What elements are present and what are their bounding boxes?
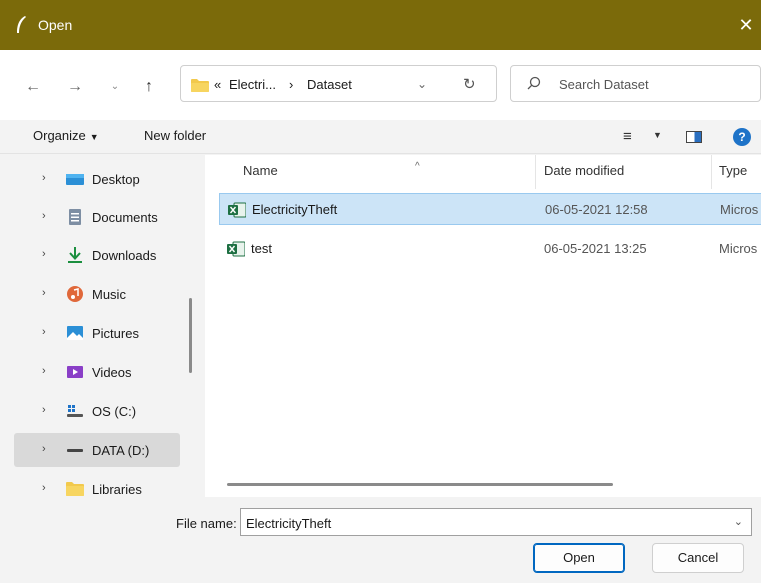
breadcrumb-overflow[interactable]: « bbox=[214, 77, 221, 92]
drive-d-icon bbox=[67, 449, 83, 452]
column-header-name-label: Name bbox=[243, 163, 278, 178]
sidebar-item-libraries[interactable]: › Libraries bbox=[14, 472, 180, 497]
sidebar-item-pictures[interactable]: › Pictures bbox=[14, 316, 180, 350]
caret-down-icon: ▼ bbox=[89, 132, 99, 142]
filename-label: File name: bbox=[176, 516, 237, 531]
sidebar-item-label: Desktop bbox=[92, 172, 140, 187]
window-title: Open bbox=[38, 17, 73, 33]
file-type: Micros bbox=[720, 202, 759, 217]
file-list: Name ^ Date modified Type ElectricityThef… bbox=[205, 155, 761, 497]
file-type: Micros bbox=[719, 241, 758, 256]
breadcrumb-segment-current[interactable]: Dataset bbox=[307, 77, 352, 92]
chevron-down-icon[interactable]: ⌄ bbox=[734, 515, 743, 528]
search-input[interactable] bbox=[559, 75, 754, 93]
music-icon bbox=[67, 286, 83, 302]
up-button[interactable]: ↑ bbox=[138, 76, 160, 98]
organize-button[interactable]: Organize ▼ bbox=[33, 128, 99, 143]
command-bar: Organize ▼ New folder ≡ ▼ ? bbox=[0, 120, 761, 154]
search-icon bbox=[527, 76, 541, 90]
file-name: test bbox=[251, 241, 272, 256]
sidebar-item-videos[interactable]: › Videos bbox=[14, 355, 180, 389]
sidebar-item-label: Libraries bbox=[92, 482, 142, 497]
new-folder-button[interactable]: New folder bbox=[144, 128, 206, 143]
column-header-date[interactable]: Date modified bbox=[544, 163, 624, 178]
filename-combobox[interactable]: ⌄ bbox=[240, 508, 752, 536]
chevron-right-icon[interactable]: › bbox=[42, 482, 46, 494]
close-button[interactable]: ✕ bbox=[731, 8, 761, 42]
back-button[interactable]: ← bbox=[22, 76, 44, 98]
documents-icon bbox=[69, 209, 81, 225]
chevron-right-icon[interactable]: › bbox=[42, 443, 46, 455]
help-icon[interactable]: ? bbox=[733, 128, 751, 146]
sidebar-item-documents[interactable]: › Documents bbox=[14, 200, 180, 234]
file-row[interactable]: ElectricityTheft 06-05-2021 12:58 Micros bbox=[219, 193, 761, 225]
libraries-icon bbox=[66, 482, 84, 496]
chevron-right-icon[interactable]: › bbox=[42, 365, 46, 377]
filename-input[interactable] bbox=[246, 514, 716, 532]
breadcrumb[interactable]: « Electri... › Dataset ⌄ ↻ bbox=[180, 65, 497, 102]
sidebar-item-label: OS (C:) bbox=[92, 404, 137, 419]
horizontal-scrollbar[interactable] bbox=[227, 483, 613, 486]
cancel-button[interactable]: Cancel bbox=[652, 543, 744, 573]
preview-pane-icon[interactable] bbox=[686, 131, 702, 143]
column-divider[interactable] bbox=[711, 155, 712, 189]
sidebar-item-label: DATA (D:) bbox=[92, 443, 150, 458]
title-bar: Open ✕ bbox=[0, 0, 761, 50]
file-date: 06-05-2021 13:25 bbox=[544, 241, 647, 256]
sidebar-item-data-d[interactable]: › DATA (D:) bbox=[14, 433, 180, 467]
chevron-right-icon[interactable]: › bbox=[42, 326, 46, 338]
file-row[interactable]: test 06-05-2021 13:25 Micros bbox=[219, 233, 761, 265]
column-divider[interactable] bbox=[535, 155, 536, 189]
feather-icon bbox=[17, 16, 26, 33]
organize-label: Organize bbox=[33, 128, 86, 143]
refresh-button[interactable]: ↻ bbox=[463, 75, 476, 93]
column-header-name[interactable]: Name ^ bbox=[243, 161, 420, 178]
sidebar-item-desktop[interactable]: › Desktop bbox=[14, 162, 180, 196]
sidebar-item-downloads[interactable]: › Downloads bbox=[14, 238, 180, 272]
forward-button[interactable]: → bbox=[64, 76, 86, 98]
file-name: ElectricityTheft bbox=[252, 202, 338, 217]
sidebar-item-os-c[interactable]: › OS (C:) bbox=[14, 394, 180, 428]
search-box[interactable] bbox=[510, 65, 761, 102]
address-dropdown-button[interactable]: ⌄ bbox=[417, 77, 427, 91]
breadcrumb-segment-parent[interactable]: Electri... bbox=[229, 77, 276, 92]
downloads-icon bbox=[68, 247, 82, 263]
file-date: 06-05-2021 12:58 bbox=[545, 202, 648, 217]
sidebar-item-label: Music bbox=[92, 287, 126, 302]
recent-locations-button[interactable]: ⌄ bbox=[104, 76, 126, 98]
chevron-right-icon[interactable]: › bbox=[42, 172, 46, 184]
folder-icon bbox=[191, 79, 209, 92]
drive-c-icon bbox=[67, 405, 83, 417]
desktop-icon bbox=[66, 174, 84, 185]
excel-icon bbox=[227, 241, 245, 257]
videos-icon bbox=[67, 366, 83, 378]
chevron-right-icon[interactable]: › bbox=[42, 404, 46, 416]
chevron-right-icon[interactable]: › bbox=[42, 287, 46, 299]
chevron-right-icon[interactable]: › bbox=[42, 210, 46, 222]
dialog-footer: File name: ⌄ Open Cancel bbox=[0, 497, 761, 583]
sidebar-item-label: Documents bbox=[92, 210, 158, 225]
view-options-dropdown[interactable]: ▼ bbox=[653, 130, 662, 140]
sidebar-item-label: Videos bbox=[92, 365, 132, 380]
sidebar-item-label: Pictures bbox=[92, 326, 139, 341]
chevron-right-icon[interactable]: › bbox=[42, 248, 46, 260]
navigation-pane: › Desktop › Documents › Downloads › Musi… bbox=[0, 155, 202, 497]
sidebar-scrollbar[interactable] bbox=[189, 298, 192, 373]
column-header-type[interactable]: Type bbox=[719, 163, 747, 178]
pictures-icon bbox=[67, 326, 83, 340]
sidebar-item-music[interactable]: › Music bbox=[14, 277, 180, 311]
address-bar: ← → ⌄ ↑ « Electri... › Dataset ⌄ ↻ bbox=[0, 50, 761, 120]
view-options-icon[interactable]: ≡ bbox=[623, 128, 632, 145]
sort-ascending-icon: ^ bbox=[415, 161, 420, 172]
open-button[interactable]: Open bbox=[533, 543, 625, 573]
breadcrumb-separator[interactable]: › bbox=[289, 77, 293, 92]
sidebar-item-label: Downloads bbox=[92, 248, 157, 263]
excel-icon bbox=[228, 202, 246, 218]
